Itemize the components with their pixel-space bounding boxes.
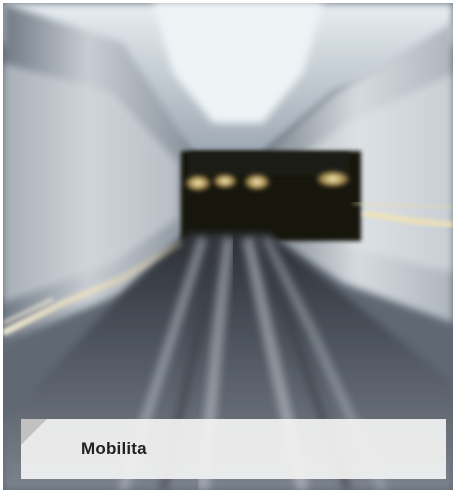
tunnel-photo bbox=[3, 3, 453, 490]
caption-corner-fold bbox=[21, 419, 47, 445]
caption-label: Mobilita bbox=[81, 439, 147, 458]
caption-bar: Mobilita bbox=[21, 419, 446, 479]
image-card: Mobilita bbox=[3, 3, 453, 490]
